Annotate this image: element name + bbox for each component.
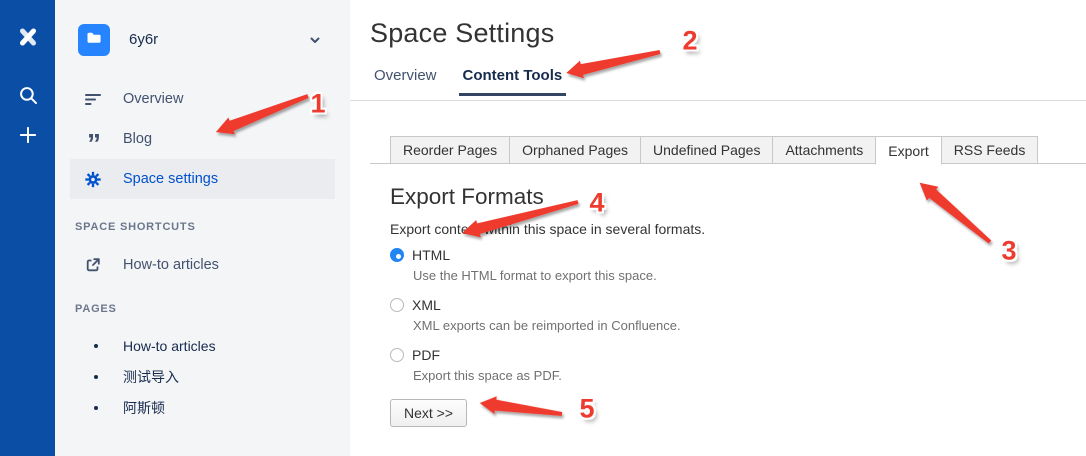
tab-overview[interactable]: Overview [370,67,441,96]
page-item[interactable]: 阿斯顿 [55,392,350,423]
export-option-xml: XML XML exports can be reimported in Con… [390,297,1056,333]
option-description: XML exports can be reimported in Conflue… [413,318,1056,333]
confluence-logo-icon[interactable] [15,24,41,50]
sidebar-item-label: Space settings [123,171,218,187]
subtab-rss-feeds[interactable]: RSS Feeds [941,136,1039,164]
bullet-icon [94,375,98,379]
export-option-html: HTML Use the HTML format to export this … [390,247,1056,283]
folder-icon [84,28,104,53]
bullet-icon [94,406,98,410]
external-link-icon [84,256,102,274]
space-settings-tabs: Overview Content Tools [370,67,566,96]
subtab-reorder-pages[interactable]: Reorder Pages [390,136,510,164]
page-item[interactable]: How-to articles [55,330,350,361]
radio-label[interactable]: PDF [412,347,440,363]
subtab-attachments[interactable]: Attachments [772,136,876,164]
sidebar-item-howto-shortcut[interactable]: How-to articles [70,245,334,285]
confluence-app-window: 6y6r Overview ” [0,0,1086,456]
quote-icon: ” [84,130,102,148]
space-name: 6y6r [129,31,158,48]
page-list: How-to articles 测试导入 阿斯顿 [55,330,350,423]
gear-icon [84,170,102,188]
main-content: Space Settings Overview Content Tools Re… [350,0,1086,456]
bullet-icon [94,344,98,348]
space-nav: Overview ” Blog [55,79,350,199]
radio-html[interactable] [390,248,404,262]
app-navigation-bar [0,0,55,456]
subtab-orphaned-pages[interactable]: Orphaned Pages [509,136,641,164]
tab-content-tools[interactable]: Content Tools [459,67,567,96]
sidebar-item-space-settings[interactable]: Space settings [70,159,335,199]
option-description: Export this space as PDF. [413,368,1056,383]
content-tools-tabstrip: Reorder Pages Orphaned Pages Undefined P… [370,136,1086,164]
space-switcher[interactable]: 6y6r [55,22,350,60]
space-sidebar: 6y6r Overview ” [55,0,350,456]
subtab-undefined-pages[interactable]: Undefined Pages [640,136,773,164]
page-item[interactable]: 测试导入 [55,361,350,392]
header-divider [350,100,1086,101]
overview-icon [84,90,102,108]
chevron-down-icon[interactable] [308,33,322,52]
search-icon[interactable] [15,82,41,108]
export-formats-panel: Export Formats Export content within thi… [390,184,1056,427]
next-button[interactable]: Next >> [390,399,467,427]
radio-label[interactable]: HTML [412,247,450,263]
option-description: Use the HTML format to export this space… [413,268,1056,283]
sidebar-item-label: How-to articles [123,257,219,273]
export-intro-text: Export content within this space in seve… [390,221,1056,237]
sidebar-item-label: Overview [123,91,183,107]
page-title: Space Settings [370,18,554,49]
section-title-pages: PAGES [75,303,117,315]
export-option-pdf: PDF Export this space as PDF. [390,347,1056,383]
section-title-space-shortcuts: SPACE SHORTCUTS [75,221,196,233]
radio-pdf[interactable] [390,348,404,362]
sidebar-item-label: Blog [123,131,152,147]
radio-label[interactable]: XML [412,297,441,313]
sidebar-item-overview[interactable]: Overview [70,79,335,119]
radio-xml[interactable] [390,298,404,312]
space-avatar [78,24,110,56]
sidebar-item-blog[interactable]: ” Blog [70,119,335,159]
subtab-export[interactable]: Export [875,136,941,165]
create-icon[interactable] [15,122,41,148]
export-formats-heading: Export Formats [390,184,1056,210]
